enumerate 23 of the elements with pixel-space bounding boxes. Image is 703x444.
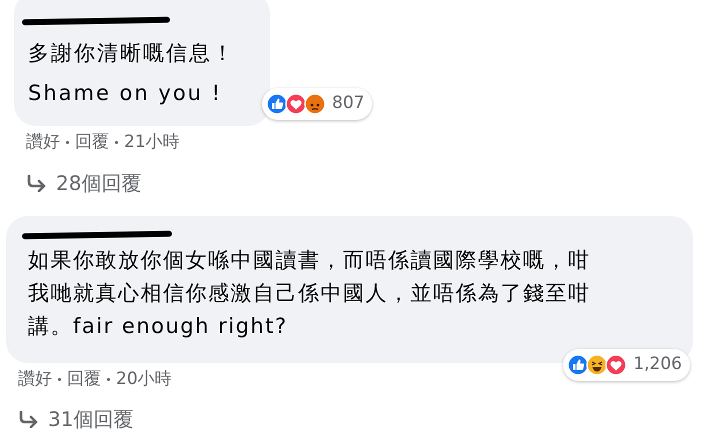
reply-arrow-icon	[18, 410, 40, 428]
action-link[interactable]: 讚好	[26, 130, 60, 156]
thumbs-up-icon	[567, 354, 590, 376]
laughing-face-icon	[586, 354, 608, 376]
replies-link[interactable]: 31個回覆	[18, 404, 134, 434]
timestamp: 20小時	[116, 368, 172, 390]
action-link[interactable]: 回覆	[75, 130, 109, 156]
thumbs-up-icon	[266, 93, 288, 115]
comment-text: 如果你敢放你個女喺中國讀書，而唔係讀國際學校嘅，咁	[28, 246, 592, 274]
timestamp: 21小時	[124, 131, 180, 154]
reply-arrow-icon	[26, 174, 48, 192]
action-link[interactable]: 讚好	[18, 366, 52, 392]
reaction-count: 807	[332, 92, 364, 116]
comment-text: 講。fair enough right?	[28, 312, 289, 340]
reaction-count: 1,206	[633, 352, 682, 376]
action-link[interactable]: 回覆	[67, 366, 101, 392]
replies-link[interactable]: 28個回覆	[26, 168, 142, 198]
reactions-badge[interactable]: 1,206	[563, 348, 690, 380]
reactions-badge[interactable]: 807	[262, 88, 372, 120]
comment-text: 我哋就真心相信你感激自己係中國人，並唔係為了錢至咁	[28, 280, 592, 306]
comment-text: Shame on you !	[28, 80, 224, 107]
angry-face-icon	[304, 93, 326, 115]
comment-text: 多謝你清晰嘅信息！	[28, 40, 236, 67]
